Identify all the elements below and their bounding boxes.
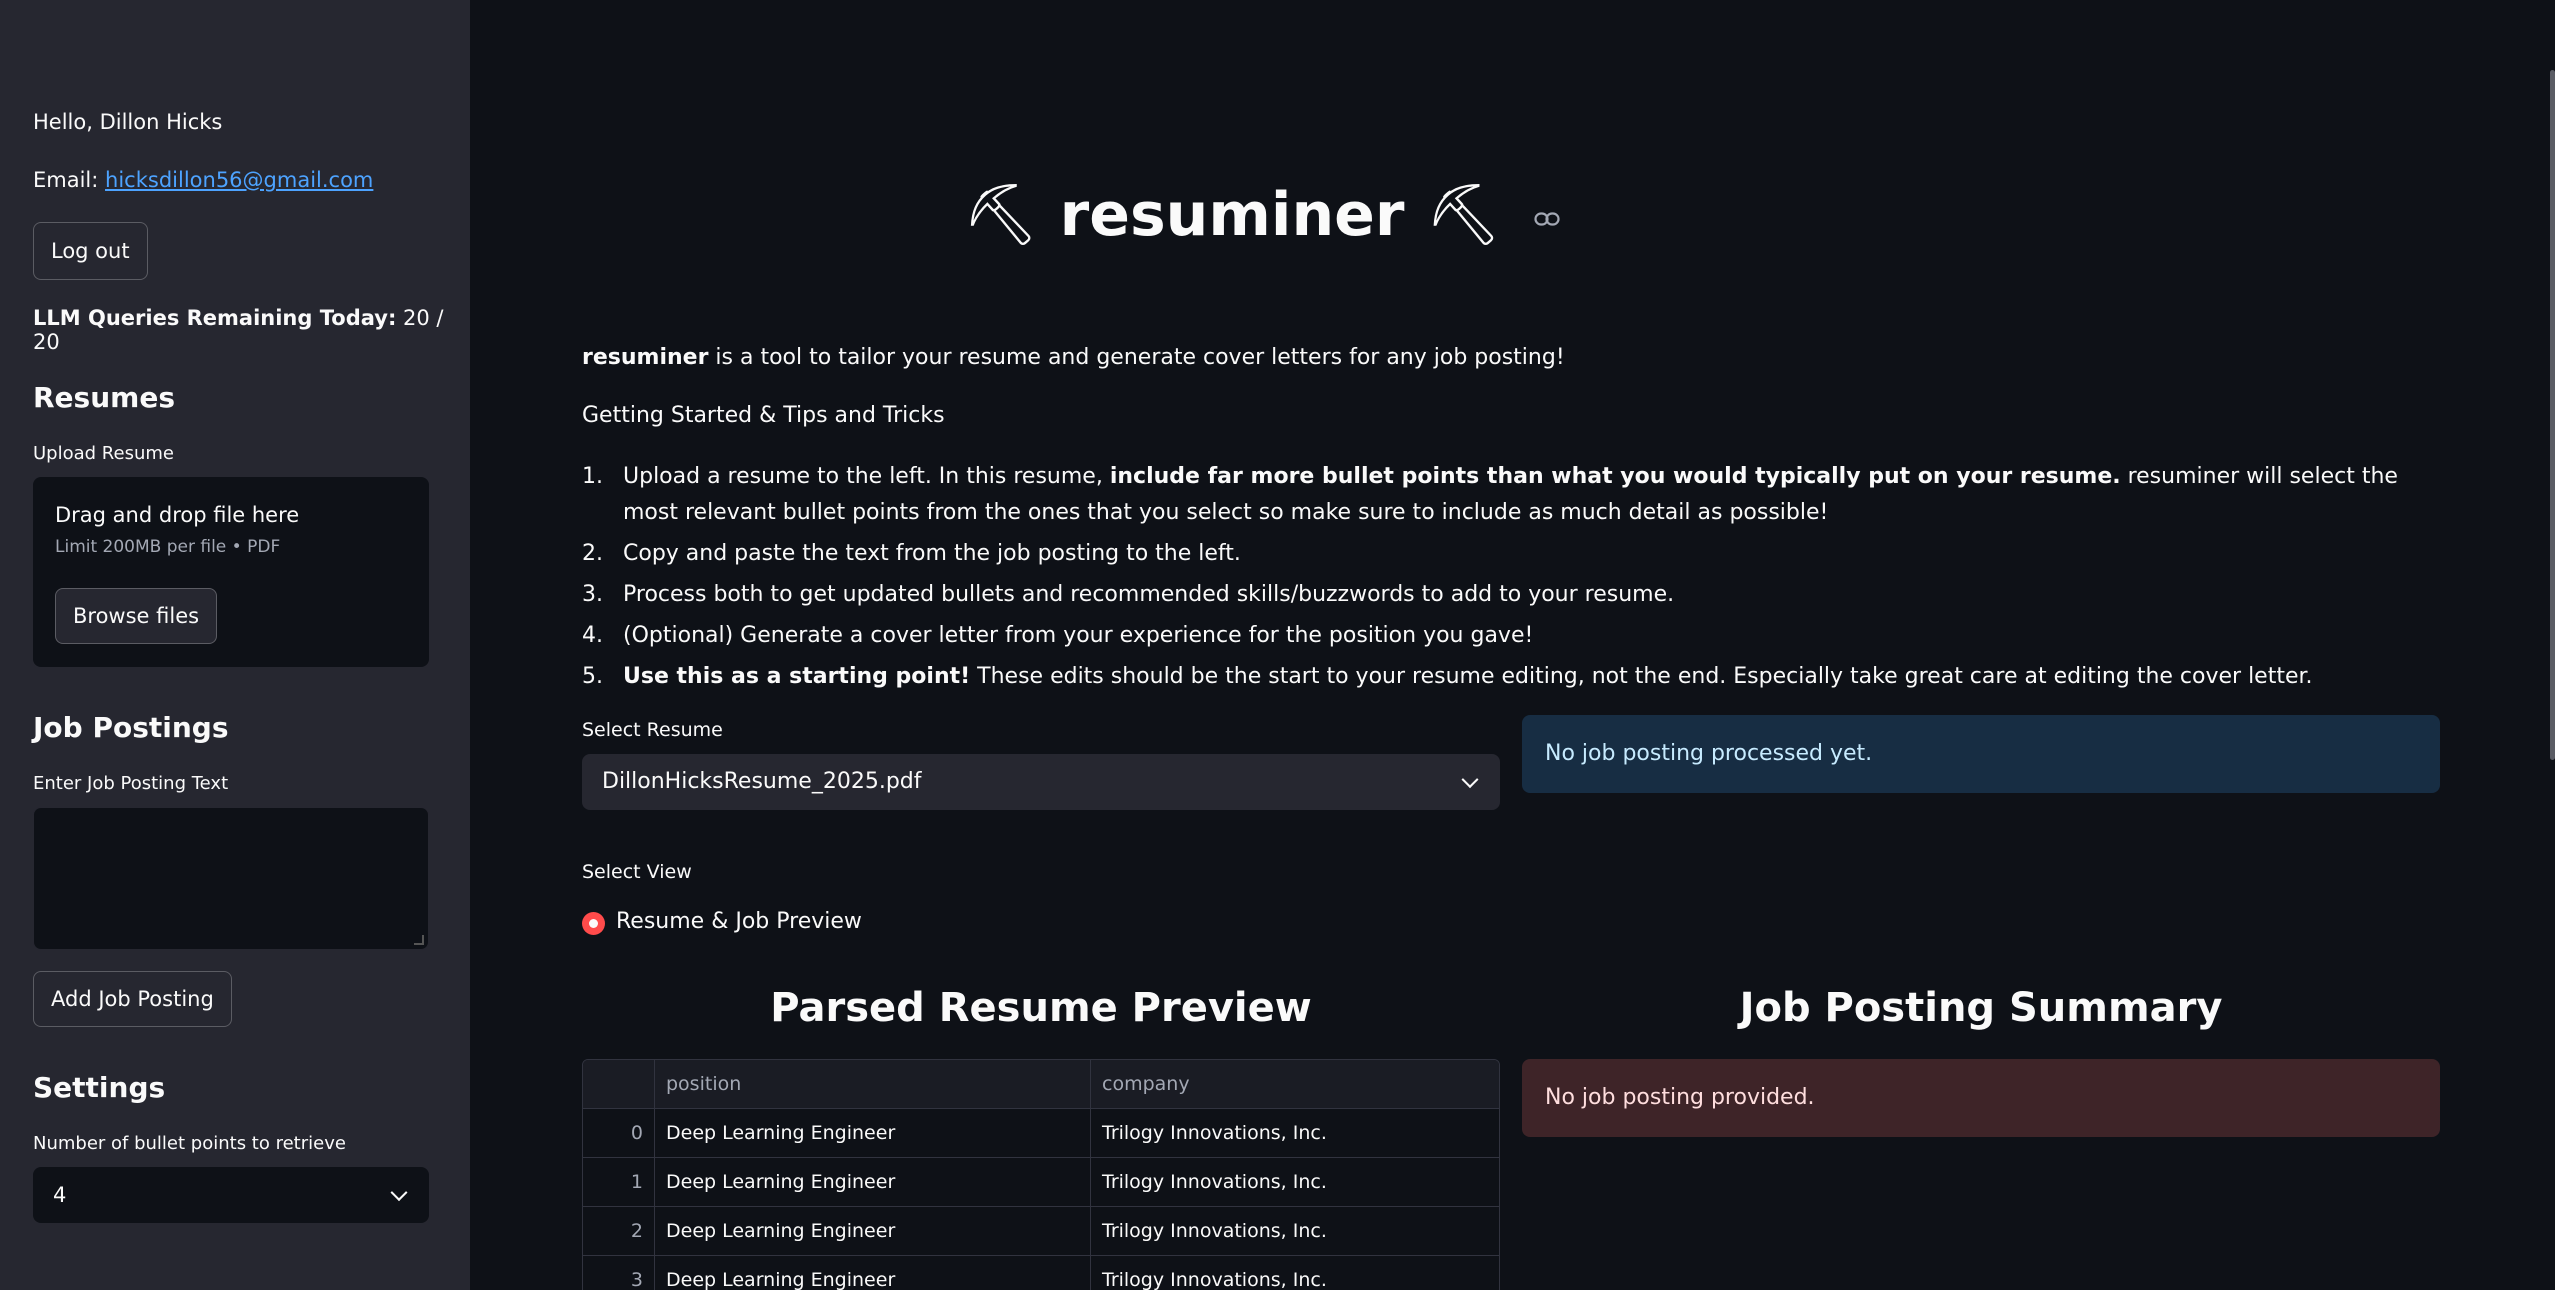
upload-resume-label: Upload Resume [33,443,174,464]
resize-grip-icon[interactable] [414,935,424,945]
resume-select[interactable]: DillonHicksResume_2025.pdf [582,754,1500,810]
row-index: 1 [583,1158,655,1207]
pick-icon: ⛏ [962,180,1039,250]
bullets-count-select[interactable]: 4 [33,1167,429,1223]
table-row[interactable]: 1 Deep Learning Engineer Trilogy Innovat… [583,1158,1499,1207]
intro-text: resuminer is a tool to tailor your resum… [582,345,1565,370]
queries-label: LLM Queries Remaining Today: [33,306,397,330]
steps-list: 1. Upload a resume to the left. In this … [582,459,2442,700]
list-item: 4. (Optional) Generate a cover letter fr… [582,623,1534,648]
view-radio-button[interactable] [582,912,605,935]
table-row[interactable]: 3 Deep Learning Engineer Trilogy Innovat… [583,1256,1499,1290]
resumes-heading: Resumes [33,381,175,414]
cell-company[interactable]: Trilogy Innovations, Inc. [1091,1109,1499,1158]
intro-app-name: resuminer [582,345,709,370]
queries-remaining: LLM Queries Remaining Today: 20 / 20 [33,306,470,354]
table-header-index [583,1060,655,1109]
main-scrollbar[interactable] [2550,70,2555,760]
file-dropzone[interactable]: Drag and drop file here Limit 200MB per … [33,477,429,667]
table-header-row: position company [583,1060,1499,1109]
link-icon[interactable] [1534,203,1561,233]
page-title-text: resuminer [1059,180,1405,250]
table-row[interactable]: 2 Deep Learning Engineer Trilogy Innovat… [583,1207,1499,1256]
error-alert: No job posting provided. [1522,1059,2440,1137]
add-job-posting-button[interactable]: Add Job Posting [33,971,232,1027]
bullets-count-value: 4 [53,1183,67,1207]
info-alert: No job posting processed yet. [1522,715,2440,793]
table-row[interactable]: 0 Deep Learning Engineer Trilogy Innovat… [583,1109,1499,1158]
cell-position[interactable]: Deep Learning Engineer [655,1109,1091,1158]
list-item: 5. Use this as a starting point! These e… [582,664,2313,689]
select-view-label: Select View [582,861,692,883]
bullets-count-label: Number of bullet points to retrieve [33,1133,346,1154]
greeting: Hello, Dillon Hicks [33,110,223,134]
browse-files-button[interactable]: Browse files [55,588,218,644]
cell-position[interactable]: Deep Learning Engineer [655,1207,1091,1256]
resume-table[interactable]: position company 0 Deep Learning Enginee… [582,1059,1500,1290]
cell-position[interactable]: Deep Learning Engineer [655,1256,1091,1290]
dropzone-title: Drag and drop file here [55,503,300,527]
dropzone-limit: Limit 200MB per file • PDF [55,537,281,557]
list-item: 2. Copy and paste the text from the job … [582,541,1241,566]
job-postings-heading: Job Postings [33,711,229,744]
table-header-company[interactable]: company [1091,1060,1499,1109]
cell-position[interactable]: Deep Learning Engineer [655,1158,1091,1207]
getting-started-heading: Getting Started & Tips and Tricks [582,403,945,428]
cell-company[interactable]: Trilogy Innovations, Inc. [1091,1158,1499,1207]
job-posting-textarea[interactable] [33,807,429,950]
page-title: ⛏ resuminer ⛏ [0,175,2555,255]
pick-icon: ⛏ [1425,180,1502,250]
row-index: 2 [583,1207,655,1256]
row-index: 3 [583,1256,655,1290]
settings-heading: Settings [33,1071,166,1104]
list-item: 3. Process both to get updated bullets a… [582,582,1675,607]
job-summary-heading: Job Posting Summary [1739,985,2223,1031]
select-resume-label: Select Resume [582,719,723,741]
cell-company[interactable]: Trilogy Innovations, Inc. [1091,1207,1499,1256]
cell-company[interactable]: Trilogy Innovations, Inc. [1091,1256,1499,1290]
resume-select-value: DillonHicksResume_2025.pdf [602,769,922,794]
job-text-label: Enter Job Posting Text [33,773,229,794]
list-item: 1. Upload a resume to the left. In this … [582,464,2398,525]
chevron-down-icon [390,1184,408,1202]
view-option-label[interactable]: Resume & Job Preview [616,909,862,934]
resume-preview-heading: Parsed Resume Preview [770,985,1312,1031]
intro-description: is a tool to tailor your resume and gene… [708,345,1565,370]
table-header-position[interactable]: position [655,1060,1091,1109]
chevron-down-icon [1461,771,1479,789]
row-index: 0 [583,1109,655,1158]
